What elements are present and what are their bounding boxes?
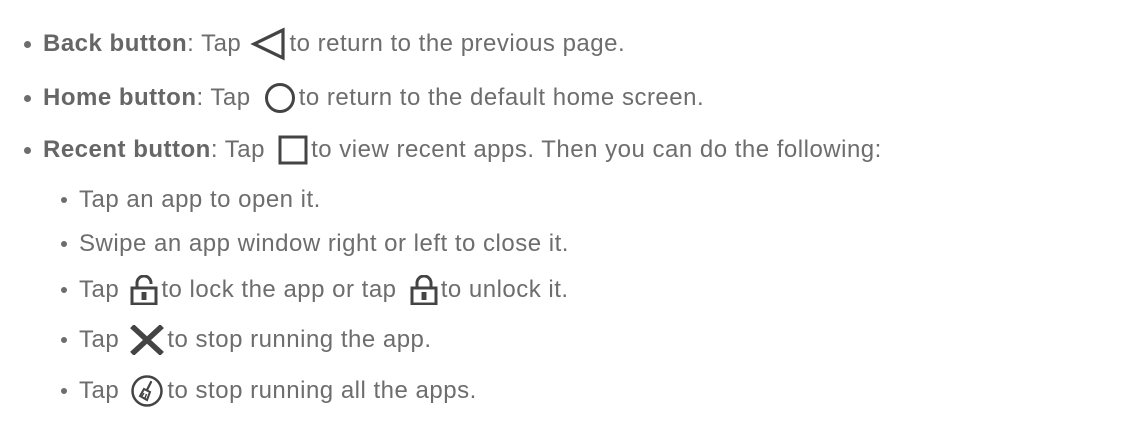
list-item-recent-button: Recent button : Tap to view recent apps.…	[24, 128, 882, 172]
bullet	[61, 337, 67, 343]
bullet	[24, 40, 31, 48]
item-text: : Tap	[210, 136, 273, 163]
sub-item-text: Tap an app to open it.	[79, 186, 321, 213]
sub-list-item-lock-app: Tap to lock the app or tap to unlock it.	[61, 268, 569, 312]
sub-item-text: Swipe an app window right or left to clo…	[79, 230, 569, 257]
sub-item-text: Tap	[79, 326, 127, 353]
bullet	[24, 146, 31, 154]
list-item-home-button: Home button : Tap to return to the defau…	[24, 76, 704, 120]
list-item-back-button: Back button : Tap to return to the previ…	[24, 22, 625, 66]
sub-list-item-open-app: Tap an app to open it.	[61, 178, 321, 222]
item-text: : Tap	[187, 30, 249, 57]
help-document: Back button : Tap to return to the previ…	[0, 0, 1143, 423]
sub-list-item-stop-app: Tap to stop running the app.	[61, 318, 432, 362]
item-label: Recent button	[43, 136, 211, 163]
bullet	[61, 197, 67, 203]
sub-item-text: to unlock it.	[440, 276, 569, 303]
locked-padlock-icon	[410, 275, 438, 305]
back-triangle-icon	[250, 27, 286, 61]
item-text: : Tap	[196, 84, 258, 111]
bullet	[61, 388, 67, 394]
bullet	[24, 94, 31, 102]
sub-item-text: to lock the app or tap	[161, 276, 404, 303]
unlocked-padlock-icon	[130, 275, 158, 305]
item-label: Back button	[43, 30, 188, 57]
bullet	[61, 287, 67, 293]
sub-item-text: Tap	[79, 377, 127, 404]
sub-item-text: to stop running all the apps.	[167, 377, 477, 404]
item-text: to view recent apps. Then you can do the…	[311, 136, 882, 163]
home-circle-icon	[264, 82, 296, 114]
item-text: to return to the default home screen.	[298, 84, 705, 111]
sub-item-text: to stop running the app.	[167, 326, 432, 353]
bullet	[61, 241, 67, 247]
broom-circle-icon	[130, 374, 164, 408]
close-x-icon	[130, 325, 165, 355]
sub-item-text: Tap	[79, 276, 127, 303]
sub-list-item-stop-all-apps: Tap to stop running all the apps.	[61, 369, 477, 413]
sub-list-item-swipe-close: Swipe an app window right or left to clo…	[61, 222, 569, 266]
item-label: Home button	[43, 84, 197, 111]
item-text: to return to the previous page.	[289, 30, 626, 57]
recent-square-icon	[278, 135, 308, 165]
